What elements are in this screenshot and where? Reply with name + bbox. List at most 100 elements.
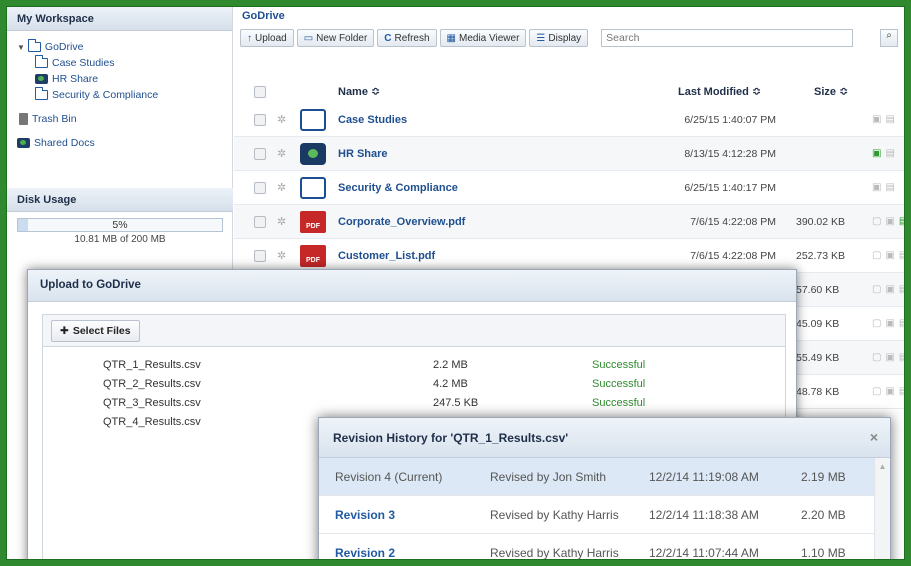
revision-link[interactable]: Revision 3	[335, 508, 395, 522]
comment-icon[interactable]: ▤	[899, 318, 904, 329]
file-row[interactable]: ✲ PDF Corporate_Overview.pdf 7/6/15 4:22…	[234, 205, 904, 239]
upload-file-row: QTR_3_Results.csv 247.5 KB Successful	[43, 397, 785, 415]
file-name[interactable]: Customer_List.pdf	[338, 250, 435, 262]
lock-icon[interactable]: ▢	[872, 386, 885, 397]
tree-item-hr-share[interactable]: HR Share	[17, 71, 222, 87]
share-icon[interactable]: ▣	[885, 352, 898, 363]
revision-link[interactable]: Revision 2	[335, 546, 395, 559]
refresh-label: Refresh	[394, 32, 430, 44]
row-actions[interactable]: ▢▣▤	[872, 386, 904, 397]
folder-icon	[300, 177, 326, 199]
gear-icon[interactable]: ✲	[277, 113, 286, 126]
row-checkbox[interactable]	[254, 148, 266, 160]
upload-file-row: QTR_2_Results.csv 4.2 MB Successful	[43, 378, 785, 396]
search-input[interactable]	[601, 29, 854, 47]
row-actions[interactable]: ▢▣▤	[872, 318, 904, 329]
close-icon[interactable]: ×	[870, 429, 878, 445]
file-row[interactable]: ✲ Security & Compliance 6/25/15 1:40:17 …	[234, 171, 904, 205]
search-button[interactable]: ⌕	[880, 29, 898, 47]
row-actions[interactable]: ▣▤	[872, 148, 899, 159]
disk-usage-header: Disk Usage	[7, 188, 233, 212]
lock-icon[interactable]: ▢	[872, 352, 885, 363]
refresh-button[interactable]: C Refresh	[377, 29, 437, 47]
file-size: 45.09 KB	[796, 318, 840, 330]
gear-icon[interactable]: ✲	[277, 215, 286, 228]
media-viewer-button[interactable]: ▦ Media Viewer	[439, 29, 527, 47]
folder-icon	[27, 39, 41, 52]
row-checkbox[interactable]	[254, 114, 266, 126]
comment-icon[interactable]: ▤	[899, 284, 904, 295]
file-row[interactable]: ✲ PDF Customer_List.pdf 7/6/15 4:22:08 P…	[234, 239, 904, 273]
revision-history-header: Revision History for 'QTR_1_Results.csv'…	[319, 418, 890, 458]
tree-item-shared-docs[interactable]: Shared Docs	[17, 135, 222, 151]
select-all-checkbox[interactable]	[254, 86, 266, 98]
share-icon[interactable]: ▣	[885, 284, 898, 295]
comment-icon[interactable]: ▤	[899, 250, 904, 261]
comment-icon[interactable]: ▤	[899, 216, 904, 227]
row-checkbox[interactable]	[254, 216, 266, 228]
tree-item-trash[interactable]: Trash Bin	[17, 111, 222, 127]
file-modified: 6/25/15 1:40:17 PM	[684, 182, 776, 194]
tree-item-godrive[interactable]: ▼ GoDrive	[17, 39, 222, 55]
row-actions[interactable]: ▣▤	[872, 114, 899, 125]
lock-icon[interactable]: ▢	[872, 318, 885, 329]
revision-row[interactable]: Revision 4 (Current) Revised by Jon Smit…	[319, 458, 874, 496]
tree-item-label: Security & Compliance	[52, 89, 159, 101]
upload-file-name: QTR_4_Results.csv	[103, 416, 201, 428]
comment-icon[interactable]: ▤	[899, 386, 904, 397]
size-column-header[interactable]: Size ≎	[814, 85, 848, 98]
new-folder-label: New Folder	[316, 32, 368, 44]
revision-row[interactable]: Revision 3 Revised by Kathy Harris 12/2/…	[319, 496, 874, 534]
chevron-down-icon[interactable]: ▼	[17, 43, 25, 52]
pdf-icon: PDF	[300, 211, 326, 233]
row-actions[interactable]: ▣▤	[872, 182, 899, 193]
file-row[interactable]: ✲ HR Share 8/13/15 4:12:28 PM ▣▤	[234, 137, 904, 171]
share-icon[interactable]: ▣	[885, 250, 898, 261]
upload-file-name: QTR_2_Results.csv	[103, 378, 201, 390]
gear-icon[interactable]: ✲	[277, 249, 286, 262]
lock-icon[interactable]: ▢	[872, 250, 885, 261]
display-button[interactable]: ☰ Display	[529, 29, 589, 47]
select-files-button[interactable]: ✚ Select Files	[51, 320, 140, 342]
file-name[interactable]: HR Share	[338, 148, 388, 160]
file-name[interactable]: Security & Compliance	[338, 182, 458, 194]
share-icon[interactable]: ▣	[872, 182, 885, 193]
share-icon[interactable]: ▣	[872, 148, 885, 159]
folder-icon	[300, 109, 326, 131]
row-checkbox[interactable]	[254, 250, 266, 262]
tree-item-case-studies[interactable]: Case Studies	[17, 55, 222, 71]
share-icon[interactable]: ▣	[885, 386, 898, 397]
name-column-header[interactable]: Name ≎	[338, 85, 380, 98]
media-viewer-label: Media Viewer	[459, 32, 520, 44]
upload-file-status: Successful	[592, 397, 646, 409]
tree-item-security-compliance[interactable]: Security & Compliance	[17, 87, 222, 103]
revision-scrollbar[interactable]: ▲	[874, 458, 890, 559]
comment-icon[interactable]: ▤	[885, 182, 898, 193]
file-name[interactable]: Case Studies	[338, 114, 407, 126]
row-checkbox[interactable]	[254, 182, 266, 194]
file-name[interactable]: Corporate_Overview.pdf	[338, 216, 465, 228]
comment-icon[interactable]: ▤	[885, 114, 898, 125]
share-icon[interactable]: ▣	[885, 216, 898, 227]
row-actions[interactable]: ▢▣▤	[872, 352, 904, 363]
share-icon[interactable]: ▣	[872, 114, 885, 125]
new-folder-button[interactable]: ▭ New Folder	[296, 29, 375, 47]
lock-icon[interactable]: ▢	[872, 284, 885, 295]
lock-icon[interactable]: ▢	[872, 216, 885, 227]
comment-icon[interactable]: ▤	[885, 148, 898, 159]
revision-date: 12/2/14 11:19:08 AM	[649, 470, 759, 484]
gear-icon[interactable]: ✲	[277, 147, 286, 160]
upload-button[interactable]: ↑ Upload	[240, 29, 294, 47]
modified-column-header[interactable]: Last Modified ≎	[678, 85, 761, 98]
scroll-up-icon[interactable]: ▲	[875, 462, 890, 471]
share-icon[interactable]: ▣	[885, 318, 898, 329]
revision-row[interactable]: Revision 2 Revised by Kathy Harris 12/2/…	[319, 534, 874, 559]
row-actions[interactable]: ▢▣▤	[872, 284, 904, 295]
upload-label: Upload	[255, 32, 287, 44]
gear-icon[interactable]: ✲	[277, 181, 286, 194]
revision-date: 12/2/14 11:18:38 AM	[649, 508, 759, 522]
comment-icon[interactable]: ▤	[899, 352, 904, 363]
file-row[interactable]: ✲ Case Studies 6/25/15 1:40:07 PM ▣▤	[234, 103, 904, 137]
row-actions[interactable]: ▢▣▤	[872, 216, 904, 227]
row-actions[interactable]: ▢▣▤	[872, 250, 904, 261]
